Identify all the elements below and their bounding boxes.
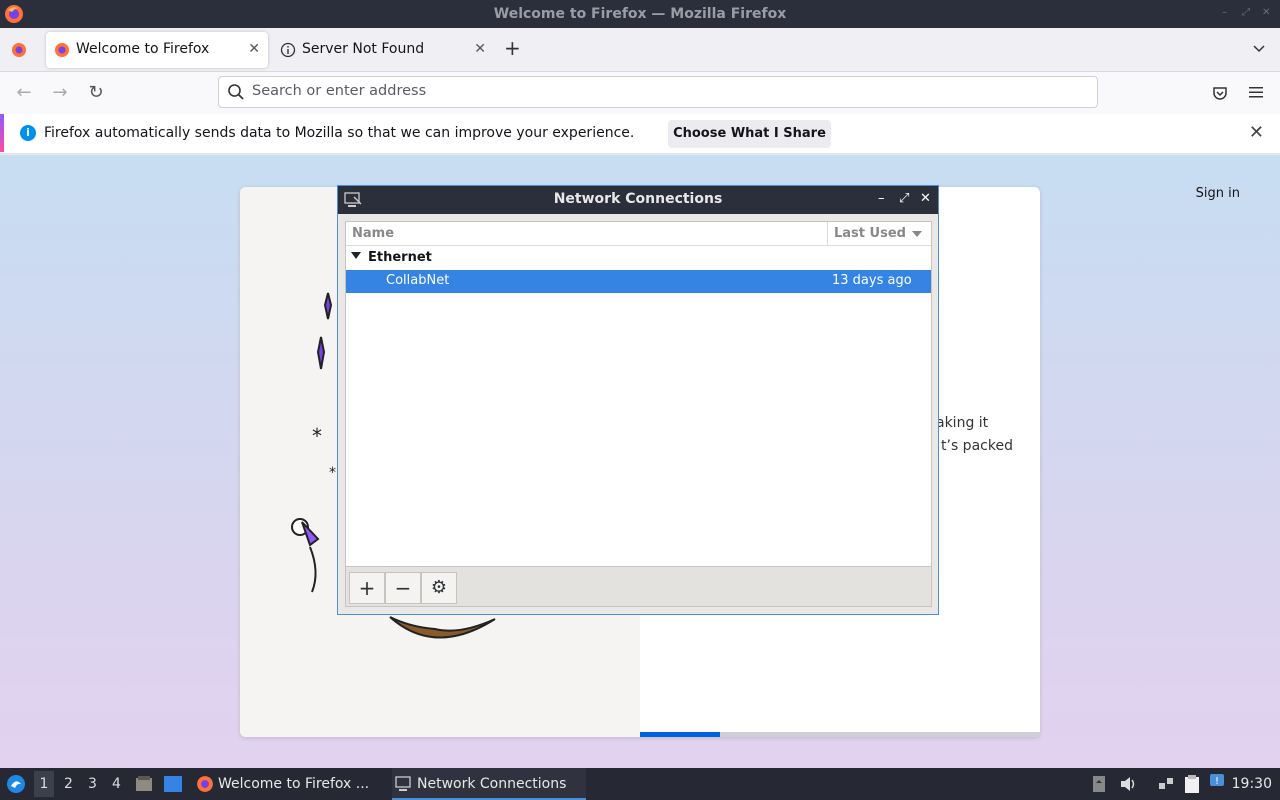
add-connection-button[interactable]: + <box>349 572 385 604</box>
task-label: Welcome to Firefox ... <box>218 776 370 792</box>
group-row-ethernet[interactable]: Ethernet <box>346 247 931 270</box>
task-label: Network Connections <box>417 776 567 792</box>
clock[interactable]: 19:30 <box>1232 776 1272 792</box>
group-label: Ethernet <box>368 250 432 265</box>
expander-icon[interactable] <box>351 252 361 260</box>
navigation-toolbar: ← → ↻ Search or enter address <box>0 72 1280 114</box>
onboarding-progress <box>640 732 1040 737</box>
task-network-connections[interactable]: Network Connections <box>392 768 586 800</box>
workspace-2[interactable]: 2 <box>64 776 73 792</box>
notification-message: Firefox automatically sends data to Mozi… <box>44 125 635 141</box>
close-icon[interactable]: ✕ <box>1262 8 1272 18</box>
svg-text:*: * <box>312 424 322 448</box>
pocket-icon[interactable] <box>1211 84 1229 102</box>
taskbar: 1 2 3 4 Welcome to Firefox ... Network C… <box>0 768 1280 800</box>
telemetry-notification: i Firefox automatically sends data to Mo… <box>0 114 1280 154</box>
intro-text-line2: t’s packed <box>941 438 1013 454</box>
start-menu-icon[interactable] <box>6 774 26 794</box>
firefox-icon <box>197 776 213 792</box>
reload-icon[interactable]: ↻ <box>84 82 108 104</box>
address-bar[interactable]: Search or enter address <box>218 76 1098 108</box>
search-icon <box>228 84 244 100</box>
connection-name: CollabNet <box>386 273 450 288</box>
address-placeholder: Search or enter address <box>252 83 427 99</box>
column-header-name[interactable]: Name <box>352 226 394 241</box>
show-desktop-icon[interactable] <box>163 775 183 793</box>
firefox-view-icon[interactable] <box>11 42 27 58</box>
sign-in-link[interactable]: Sign in <box>1196 186 1240 201</box>
network-icon <box>395 776 411 791</box>
remove-connection-button[interactable]: − <box>385 572 421 604</box>
maximize-icon[interactable]: ⤢ <box>899 191 909 206</box>
column-separator[interactable] <box>827 222 828 246</box>
firefox-icon <box>55 43 69 57</box>
svg-text:!: ! <box>1215 776 1219 787</box>
dialog-title: Network Connections <box>553 191 723 207</box>
network-connections-dialog: Network Connections – ⤢ ✕ Name Last Used… <box>337 185 939 615</box>
chevron-down-icon[interactable] <box>1252 42 1266 56</box>
column-header-last-used[interactable]: Last Used <box>834 226 906 241</box>
clipboard-indicator-icon[interactable] <box>1092 775 1106 793</box>
network-status-icon[interactable] <box>1157 775 1175 793</box>
close-icon[interactable]: ✕ <box>920 191 931 206</box>
edit-connection-button[interactable]: ⚙ <box>421 572 457 604</box>
volume-icon[interactable] <box>1119 775 1137 793</box>
svg-text:*: * <box>329 465 336 481</box>
tab-strip: Welcome to Firefox ✕ Server Not Found ✕ … <box>0 28 1280 72</box>
choose-what-i-share-button[interactable]: Choose What I Share <box>668 120 831 148</box>
connection-row-collabnet[interactable]: CollabNet 13 days ago <box>346 270 931 293</box>
workspace-4[interactable]: 4 <box>112 776 121 792</box>
notification-accent <box>0 114 4 152</box>
info-icon: i <box>20 125 36 141</box>
close-notification-icon[interactable]: ✕ <box>1249 122 1264 143</box>
tab-welcome[interactable]: Welcome to Firefox ✕ <box>46 32 268 68</box>
maximize-icon[interactable]: ⤢ <box>1242 8 1252 18</box>
window-titlebar: Welcome to Firefox — Mozilla Firefox – ⤢… <box>0 0 1280 28</box>
forward-icon[interactable]: → <box>48 82 72 104</box>
dialog-toolbar: + − ⚙ <box>345 567 932 607</box>
sort-descending-icon <box>912 231 922 237</box>
clipboard-icon[interactable] <box>1183 774 1201 794</box>
connection-last-used: 13 days ago <box>832 273 912 288</box>
notification-icon[interactable]: ! <box>1209 773 1225 789</box>
window-title: Welcome to Firefox — Mozilla Firefox <box>493 6 787 22</box>
info-icon <box>280 42 296 58</box>
new-tab-icon[interactable]: + <box>504 36 521 60</box>
file-manager-icon[interactable] <box>135 775 153 793</box>
menu-icon[interactable] <box>1248 84 1264 100</box>
tab-label: Server Not Found <box>302 41 425 57</box>
workspace-1[interactable]: 1 <box>34 771 54 797</box>
task-firefox[interactable]: Welcome to Firefox ... <box>194 768 380 800</box>
workspace-3[interactable]: 3 <box>88 776 97 792</box>
progress-fill <box>640 732 720 737</box>
close-tab-icon[interactable]: ✕ <box>248 41 260 57</box>
minimize-icon[interactable]: – <box>1222 8 1232 18</box>
intro-text-line1: aking it <box>936 415 989 431</box>
tab-label: Welcome to Firefox <box>76 41 210 57</box>
connections-list[interactable]: Name Last Used Ethernet CollabNet 13 day… <box>345 221 932 567</box>
list-header: Name Last Used <box>346 222 931 246</box>
tab-server-not-found[interactable]: Server Not Found ✕ <box>272 32 494 68</box>
back-icon[interactable]: ← <box>12 82 36 104</box>
close-tab-icon[interactable]: ✕ <box>474 41 486 57</box>
minimize-icon[interactable]: – <box>878 191 885 206</box>
dialog-titlebar: Network Connections – ⤢ ✕ <box>338 186 938 214</box>
